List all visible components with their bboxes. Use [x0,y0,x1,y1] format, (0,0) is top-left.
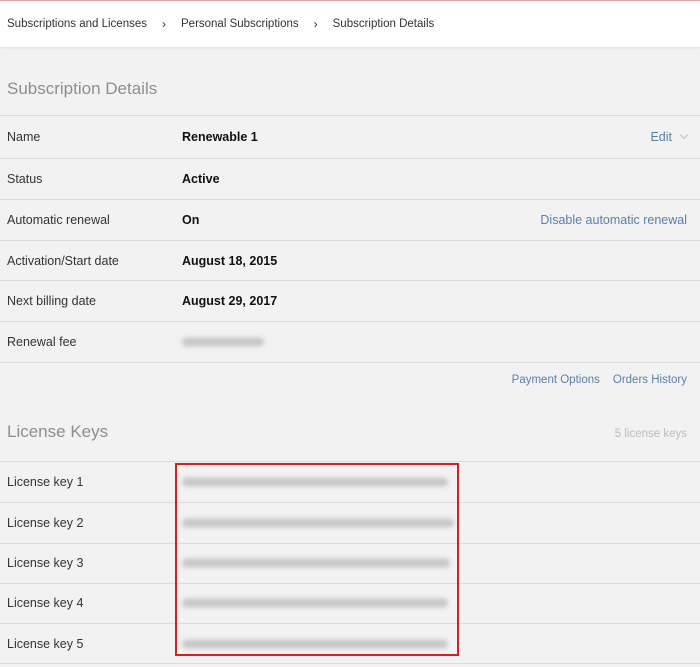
breadcrumb-separator-icon: › [313,17,318,31]
license-key-row: License key 3 [0,543,700,583]
license-key-label: License key 2 [7,516,84,530]
chevron-down-icon [679,130,689,140]
detail-label: Name [7,130,41,144]
detail-row-status: Status Active [0,159,700,199]
detail-row-automatic-renewal: Automatic renewal On Disable automatic r… [0,200,700,240]
license-keys-title: License Keys [7,422,109,441]
detail-label: Renewal fee [7,335,77,349]
divider [0,115,700,116]
detail-value-activation-date: August 18, 2015 [182,254,278,268]
license-key-redacted [182,598,448,608]
breadcrumb-subscriptions-and-licenses[interactable]: Subscriptions and Licenses [7,18,147,30]
detail-value-name: Renewable 1 [182,130,258,144]
subscription-details-title: Subscription Details [7,79,158,98]
license-key-row: License key 1 [0,462,700,502]
divider [0,663,700,664]
edit-label: Edit [650,130,672,144]
detail-label: Activation/Start date [7,254,119,268]
detail-label: Status [7,172,43,186]
breadcrumb-subscription-details: Subscription Details [332,18,435,30]
license-key-label: License key 1 [7,475,84,489]
license-key-row: License key 2 [0,503,700,543]
license-key-redacted [182,558,450,568]
license-key-label: License key 5 [7,637,84,651]
detail-label: Automatic renewal [7,213,110,227]
renewal-fee-redacted [182,337,264,347]
license-key-label: License key 4 [7,596,84,610]
detail-value-status: Active [182,172,220,186]
detail-row-renewal-fee: Renewal fee [0,322,700,362]
detail-value-automatic-renewal: On [182,213,200,227]
detail-row-activation-date: Activation/Start date August 18, 2015 [0,241,700,281]
license-key-redacted [182,518,454,528]
payment-options-link[interactable]: Payment Options [512,374,600,386]
breadcrumb-separator-icon: › [162,17,166,31]
orders-history-link[interactable]: Orders History [613,374,687,386]
license-keys-count: 5 license keys [614,428,687,440]
divider [0,362,700,363]
breadcrumb: Subscriptions and Licenses › Personal Su… [0,1,700,47]
detail-label: Next billing date [7,294,96,308]
breadcrumb-personal-subscriptions[interactable]: Personal Subscriptions [181,18,299,30]
license-key-row: License key 4 [0,583,700,623]
license-key-redacted [182,477,448,487]
disable-automatic-renewal-link[interactable]: Disable automatic renewal [540,213,687,227]
subscription-links: Payment Options Orders History [512,374,687,386]
license-key-label: License key 3 [7,556,84,570]
license-key-row: License key 5 [0,624,700,664]
detail-row-name: Name Renewable 1 Edit [0,117,700,157]
license-key-redacted [182,639,448,649]
detail-value-next-billing-date: August 29, 2017 [182,294,278,308]
detail-row-next-billing-date: Next billing date August 29, 2017 [0,281,700,321]
edit-button[interactable]: Edit [650,130,689,144]
